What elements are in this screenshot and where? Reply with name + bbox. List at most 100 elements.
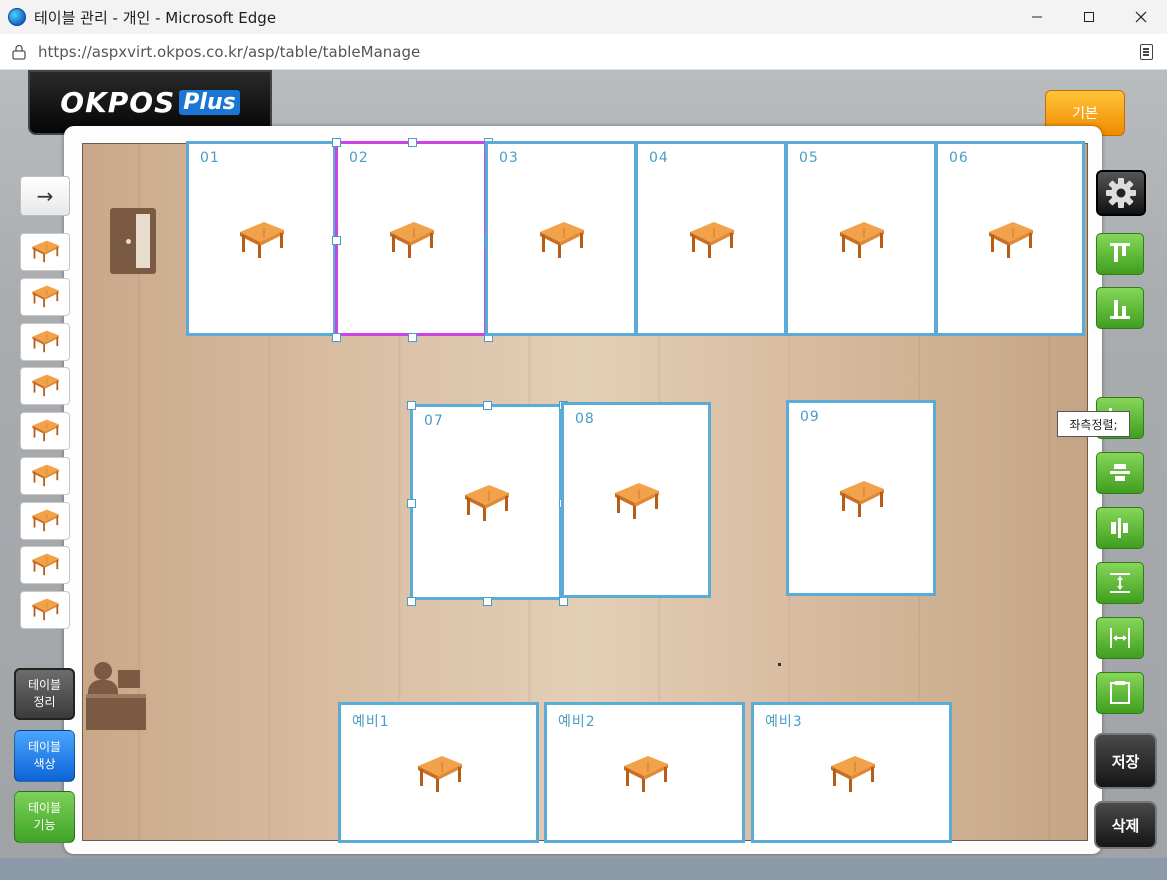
table-8-seat-icon [30,371,60,400]
table-arrange-button[interactable]: 테이블 정리 [14,668,75,720]
window-title: 테이블 관리 - 개인 - Microsoft Edge [34,8,277,27]
save-button[interactable]: 저장 [1094,733,1157,789]
table-5[interactable]: 05 [785,141,937,336]
palette-table-round-5[interactable] [20,502,70,540]
palette-table-4-seat[interactable] [20,278,70,316]
palette-table-square-small[interactable] [20,233,70,271]
table-furniture-icon [611,477,661,523]
table-12[interactable]: 예비3 [751,702,952,843]
palette-table-round-6[interactable] [20,546,70,584]
minimize-button[interactable] [1011,0,1063,34]
resize-handle[interactable] [407,597,416,606]
table-furniture-icon [836,475,886,521]
resize-handle[interactable] [407,401,416,410]
window-titlebar: 테이블 관리 - 개인 - Microsoft Edge [0,0,1167,34]
table-function-button[interactable]: 테이블 기능 [14,791,75,843]
table-7[interactable]: 07 [407,401,568,606]
table-arrange-label: 테이블 정리 [27,678,62,709]
table-furniture-icon [461,479,511,525]
table-1[interactable]: 01 [186,141,336,336]
table-round-6-icon [30,550,60,579]
align-top-button[interactable] [1096,233,1144,275]
distribute-horizontal-icon [1110,628,1130,648]
table-furniture-icon [827,750,877,796]
table-11[interactable]: 예비2 [544,702,745,843]
resize-handle[interactable] [332,138,341,147]
table-furniture-icon [620,750,670,796]
address-bar[interactable]: https://aspxvirt.okpos.co.kr/asp/table/t… [0,34,1167,70]
table-4-seat-icon [30,282,60,311]
table-furniture-icon [536,216,586,262]
table-label: 03 [499,150,519,166]
table-round-5-icon [30,506,60,535]
table-color-button[interactable]: 테이블 색상 [14,730,75,782]
align-center-horizontal-button[interactable] [1096,507,1144,549]
palette-table-round-4[interactable] [20,457,70,495]
table-round-2-icon [30,416,60,445]
distribute-horizontal-button[interactable] [1096,617,1144,659]
table-label: 04 [649,150,669,166]
table-label: 예비2 [558,714,596,730]
same-size-icon [1110,681,1130,704]
align-left-tooltip: 좌측정렬; [1057,411,1130,437]
palette-table-round-2[interactable] [20,412,70,450]
distribute-vertical-button[interactable] [1096,562,1144,604]
resize-handle[interactable] [407,499,416,508]
table-furniture-icon [836,216,886,262]
table-function-label: 테이블 기능 [27,801,62,832]
table-square-small-icon [30,237,60,266]
same-size-button[interactable] [1096,672,1144,714]
resize-handle[interactable] [483,401,492,410]
resize-handle[interactable] [483,597,492,606]
bottom-strip [0,858,1167,880]
table-label: 07 [424,413,444,429]
palette-table-8-seat[interactable] [20,367,70,405]
table-6[interactable]: 06 [935,141,1085,336]
table-furniture-icon [386,216,436,262]
table-label: 09 [800,409,820,425]
palette-table-6-seat[interactable] [20,323,70,361]
table-6-seat-icon [30,327,60,356]
table-round-4-icon [30,461,60,490]
close-button[interactable] [1115,0,1167,34]
reader-view-icon[interactable] [1140,44,1153,60]
table-label: 06 [949,150,969,166]
table-color-label: 테이블 색상 [27,740,62,771]
table-round-8-icon [30,595,60,624]
logo-text: OKPOS [60,86,176,119]
table-label: 08 [575,411,595,427]
table-9[interactable]: 09 [786,400,936,596]
settings-button[interactable] [1096,170,1146,216]
table-2[interactable]: 02 [332,138,493,342]
resize-handle[interactable] [332,235,341,245]
resize-handle[interactable] [559,597,568,606]
palette-table-round-8[interactable] [20,591,70,629]
distribute-vertical-icon [1110,573,1130,593]
maximize-button[interactable] [1063,0,1115,34]
floor-speck [778,663,781,666]
table-furniture-icon [414,750,464,796]
resize-handle[interactable] [408,138,417,147]
resize-handle[interactable] [408,333,417,342]
align-center-vertical-icon [1110,464,1130,481]
table-furniture-icon [236,216,286,262]
align-center-horizontal-icon [1111,518,1128,538]
align-bottom-button[interactable] [1096,287,1144,329]
table-3[interactable]: 03 [485,141,637,336]
edge-app-icon [8,8,26,26]
table-furniture-icon [985,216,1035,262]
table-label: 예비3 [765,714,803,730]
delete-button[interactable]: 삭제 [1094,801,1157,849]
expand-arrow-button[interactable]: → [20,176,70,216]
table-10[interactable]: 예비1 [338,702,539,843]
table-label: 05 [799,150,819,166]
url-text[interactable]: https://aspxvirt.okpos.co.kr/asp/table/t… [38,43,420,61]
minimize-icon [1032,16,1042,18]
table-label: 01 [200,150,220,166]
maximize-icon [1084,12,1094,22]
door-icon [110,208,156,274]
align-center-vertical-button[interactable] [1096,452,1144,494]
resize-handle[interactable] [332,333,341,342]
table-8[interactable]: 08 [561,402,711,598]
table-4[interactable]: 04 [635,141,787,336]
